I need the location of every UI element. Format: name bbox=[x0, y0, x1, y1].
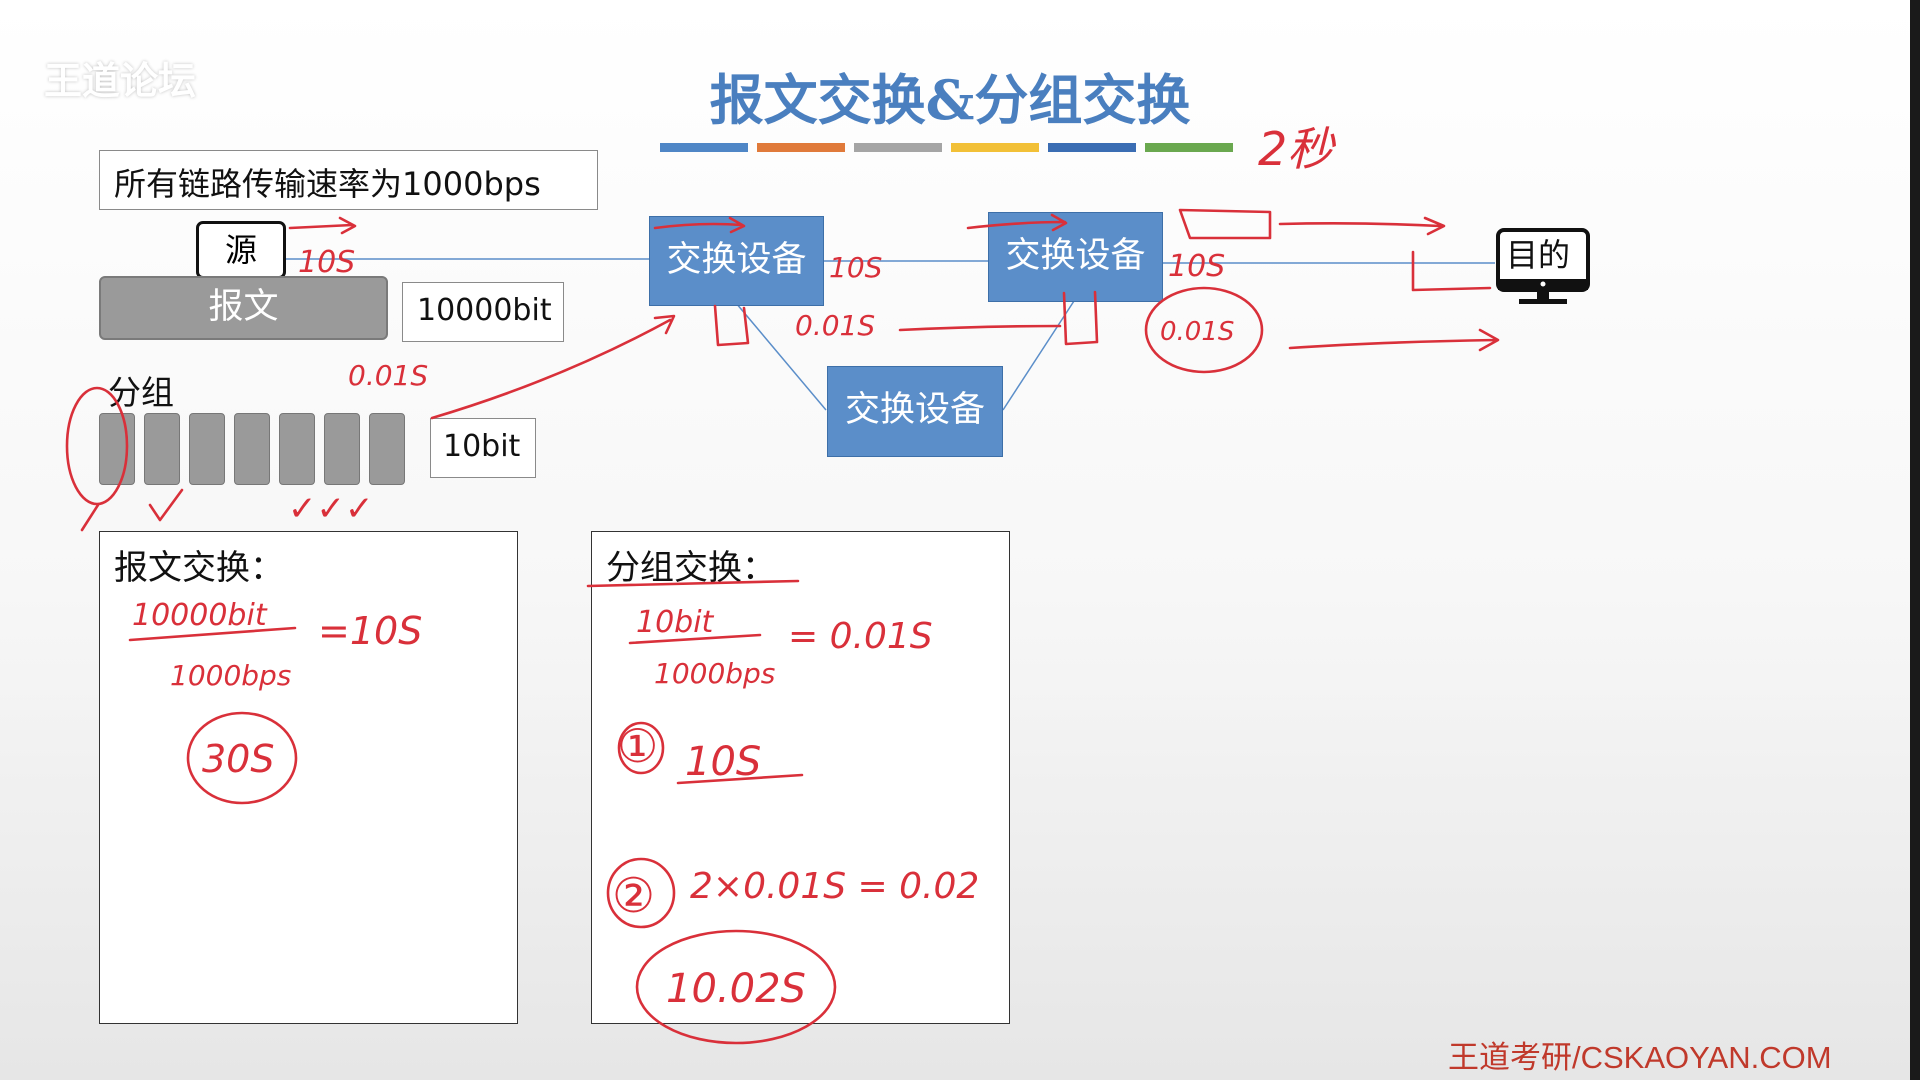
arrow-packet-mid bbox=[898, 324, 1062, 332]
note-top-right: 2秒 bbox=[1258, 122, 1336, 176]
note-p-delay-src: 0.01S bbox=[348, 359, 428, 392]
arrow-packet-right bbox=[1288, 328, 1500, 352]
arrow-right-switch bbox=[966, 213, 1068, 232]
arrow-packet-to-switch bbox=[430, 314, 676, 420]
msg-total: 30S bbox=[202, 737, 274, 781]
pkt-fraction-num: 10bit bbox=[636, 605, 715, 640]
msg-fraction-num: 10000bit bbox=[132, 598, 268, 633]
buffer-right bbox=[1062, 290, 1099, 346]
pkt-fraction-den: 1000bps bbox=[654, 657, 775, 690]
pkt-step2: 2×0.01S = 0.02 bbox=[690, 866, 979, 907]
arrow-src bbox=[288, 216, 357, 235]
arrow-dest-top bbox=[1178, 208, 1446, 240]
buffer-left bbox=[713, 304, 750, 347]
dest-buffer bbox=[1411, 250, 1492, 292]
note-hop1: 10S bbox=[298, 245, 355, 280]
pkt-title-underline bbox=[586, 579, 800, 588]
check-first-packet-tail bbox=[80, 503, 100, 532]
pkt-total: 10.02S bbox=[666, 966, 806, 1012]
pkt-step2-num: ② bbox=[612, 868, 655, 924]
note-p-delay-mid: 0.01S bbox=[795, 309, 875, 342]
circle-first-packet bbox=[65, 386, 129, 506]
packet-checkmarks: ✓✓✓ bbox=[288, 489, 373, 529]
check-first-packet bbox=[148, 488, 184, 522]
arrow-left-switch bbox=[653, 216, 746, 234]
msg-fraction-den: 1000bps bbox=[170, 659, 291, 692]
note-hop2: 10S bbox=[829, 251, 882, 284]
pkt-result: = 0.01S bbox=[788, 616, 933, 657]
footer-brand: 王道考研/CSKAOYAN.COM bbox=[1448, 1040, 1832, 1075]
note-hop3: 10S bbox=[1168, 249, 1225, 284]
handwriting-layer: 2秒 10S 10S 10S 0.01S 0.01S 0.01S 10000bi… bbox=[65, 122, 1500, 1045]
msg-result: =10S bbox=[318, 609, 422, 653]
note-p-delay-right: 0.01S bbox=[1160, 317, 1234, 347]
